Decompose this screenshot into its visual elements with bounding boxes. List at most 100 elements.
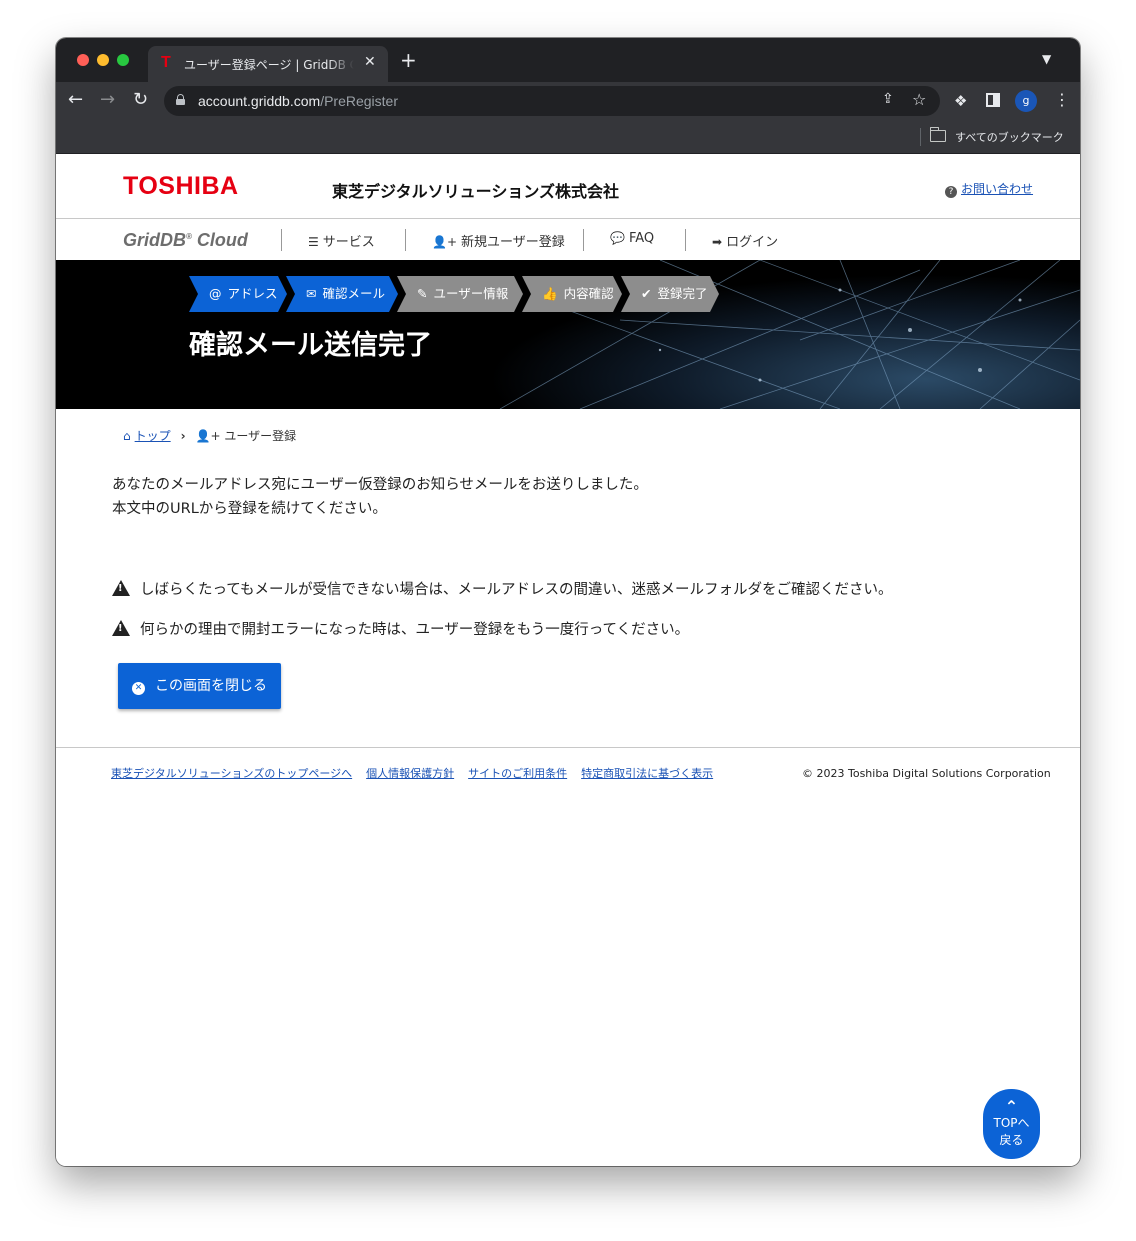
thumbs-up-icon: 👍 [542, 286, 558, 301]
sign-in-icon: ➡ [712, 235, 723, 249]
message-line-1: あなたのメールアドレス宛にユーザー仮登録のお知らせメールをお送りしました。 [112, 477, 648, 493]
nav-divider [281, 229, 282, 251]
nav-item-login[interactable]: ➡ ログイン [712, 231, 778, 250]
page-content: TOSHIBA 東芝デジタルソリューションズ株式会社 ? お問い合わせ GridD… [56, 155, 1080, 1166]
warning-2-text: 何らかの理由で開封エラーになった時は、ユーザー登録をもう一度行ってください。 [140, 622, 690, 638]
folder-icon[interactable] [929, 127, 946, 142]
toshiba-favicon-icon: T [161, 54, 171, 71]
address-bar[interactable]: account.griddb.com/PreRegister ⇪ ☆ [164, 86, 940, 116]
site-header: TOSHIBA 東芝デジタルソリューションズ株式会社 ? お問い合わせ [56, 155, 1080, 219]
step-complete-label: 登録完了 [657, 286, 708, 301]
toshiba-logo[interactable]: TOSHIBA [123, 172, 239, 201]
nav-item-faq[interactable]: 💬 FAQ [610, 231, 654, 246]
nav-item-register[interactable]: 👤+ 新規ユーザー登録 [432, 231, 565, 250]
griddb-logo-text: GridDB [123, 230, 186, 250]
new-tab-button[interactable]: + [400, 50, 417, 70]
breadcrumb-top-link[interactable]: トップ [135, 429, 171, 443]
tab-search-chevron-icon[interactable]: ▼ [1042, 52, 1051, 66]
warning-1-text: しばらくたってもメールが受信できない場合は、メールアドレスの間違い、迷惑メールフ… [140, 582, 893, 598]
back-to-top-button[interactable]: ⌃ TOPへ 戻る [983, 1089, 1040, 1159]
nav-item-services[interactable]: ☰ サービス [308, 231, 375, 250]
step-address: @ アドレス [189, 276, 287, 312]
message-body: あなたのメールアドレス宛にユーザー仮登録のお知らせメールをお送りしました。 本文… [112, 473, 648, 521]
share-icon[interactable]: ⇪ [882, 91, 894, 107]
footer-link-terms[interactable]: サイトのご利用条件 [468, 767, 567, 780]
side-panel-icon[interactable] [986, 93, 1000, 107]
edit-icon: ✎ [417, 286, 428, 301]
step-review-label: 内容確認 [563, 286, 614, 301]
step-confirm-mail-label: 確認メール [322, 286, 385, 301]
breadcrumb: ⌂ トップ › 👤+ ユーザー登録 [123, 427, 296, 444]
step-review: 👍 内容確認 [522, 276, 622, 312]
tab-strip: T ユーザー登録ページ | GridDB Cloud ✕ + ▼ [56, 38, 1080, 82]
griddb-cloud-logo[interactable]: GridDB® Cloud [123, 230, 248, 251]
warning-1: しばらくたってもメールが受信できない場合は、メールアドレスの間違い、迷惑メールフ… [112, 578, 893, 599]
message-line-2: 本文中のURLから登録を続けてください。 [112, 501, 387, 517]
tab-close-icon[interactable]: ✕ [364, 54, 376, 70]
nav-divider [583, 229, 584, 251]
user-plus-icon: 👤+ [432, 235, 457, 249]
page-title: 確認メール送信完了 [189, 330, 432, 361]
griddb-logo-suffix: Cloud [196, 230, 248, 250]
list-icon: ☰ [308, 235, 319, 249]
browser-tab[interactable]: T ユーザー登録ページ | GridDB Cloud ✕ [148, 46, 388, 82]
browser-toolbar: ← → ↻ account.griddb.com/PreRegister ⇪ ☆… [56, 82, 1080, 120]
extensions-puzzle-icon[interactable]: ❖ [954, 92, 967, 110]
warning-triangle-icon [112, 580, 130, 596]
step-address-label: アドレス [227, 286, 278, 301]
forward-arrow-icon[interactable]: → [100, 90, 115, 110]
footer-link-commerce[interactable]: 特定商取引法に基づく表示 [581, 767, 713, 780]
url-path: /PreRegister [320, 93, 398, 109]
envelope-icon: ✉ [306, 286, 317, 301]
back-arrow-icon[interactable]: ← [68, 90, 83, 110]
nav-item-faq-label: FAQ [628, 231, 655, 246]
bookmarks-bar: すべてのブックマーク [56, 120, 1080, 154]
reload-icon[interactable]: ↻ [133, 90, 148, 110]
lock-icon[interactable] [176, 94, 185, 105]
footer-link-corporate-top[interactable]: 東芝デジタルソリューションズのトップページへ [111, 767, 352, 780]
url-host: account.griddb.com [198, 93, 321, 109]
all-bookmarks-label[interactable]: すべてのブックマーク [955, 129, 1064, 145]
times-circle-icon: ✕ [132, 682, 145, 695]
step-confirm-mail: ✉ 確認メール [286, 276, 398, 312]
minimize-window-button[interactable] [97, 54, 109, 66]
contact-link[interactable]: ? お問い合わせ [945, 180, 1033, 198]
step-complete: ✔ 登録完了 [621, 276, 719, 312]
nav-divider [685, 229, 686, 251]
copyright: © 2023 Toshiba Digital Solutions Corpora… [802, 767, 1051, 780]
user-plus-icon: 👤+ [195, 429, 225, 443]
back-to-top-line2: 戻る [999, 1133, 1024, 1147]
registered-mark: ® [186, 232, 192, 241]
bookmark-star-icon[interactable]: ☆ [912, 90, 926, 109]
main-nav: GridDB® Cloud ☰ サービス 👤+ 新規ユーザー登録 💬 FAQ ➡ ログイ… [56, 220, 1080, 260]
contact-link-label[interactable]: お問い合わせ [961, 182, 1033, 196]
step-user-info-label: ユーザー情報 [433, 286, 509, 301]
nav-divider [405, 229, 406, 251]
step-user-info: ✎ ユーザー情報 [397, 276, 523, 312]
nav-item-login-label: ログイン [726, 235, 779, 250]
home-icon[interactable]: ⌂ [123, 429, 131, 443]
footer-link-privacy[interactable]: 個人情報保護方針 [366, 767, 454, 780]
footer-links: 東芝デジタルソリューションズのトップページへ 個人情報保護方針 サイトのご利用条件 特… [111, 765, 727, 781]
question-icon: ? [945, 186, 957, 198]
close-window-button[interactable] [77, 54, 89, 66]
nav-item-register-label: 新規ユーザー登録 [461, 235, 565, 250]
url-text[interactable]: account.griddb.com/PreRegister [198, 93, 398, 109]
check-circle-icon: ✔ [641, 286, 652, 301]
hero-banner: @ アドレス ✉ 確認メール ✎ ユーザー情報 👍 内容確認 ✔ 登録完了 確認メール送信… [56, 260, 1080, 409]
back-to-top-line1: TOPへ [993, 1116, 1030, 1130]
company-name: 東芝デジタルソリューションズ株式会社 [332, 182, 620, 201]
at-icon: @ [209, 286, 222, 301]
bookmarks-separator [920, 128, 921, 146]
browser-window: T ユーザー登録ページ | GridDB Cloud ✕ + ▼ ← → ↻ a… [56, 38, 1080, 1166]
warning-triangle-icon [112, 620, 130, 636]
comments-icon: 💬 [610, 231, 625, 245]
tab-title: ユーザー登録ページ | GridDB Cloud [184, 58, 354, 72]
maximize-window-button[interactable] [117, 54, 129, 66]
warning-2: 何らかの理由で開封エラーになった時は、ユーザー登録をもう一度行ってください。 [112, 618, 689, 639]
chevron-right-icon: › [180, 429, 186, 443]
close-screen-button[interactable]: ✕ この画面を閉じる [118, 663, 281, 709]
menu-kebab-icon[interactable]: ⋮ [1054, 90, 1070, 110]
breadcrumb-current: ユーザー登録 [224, 429, 297, 443]
profile-avatar[interactable]: g [1015, 90, 1037, 112]
